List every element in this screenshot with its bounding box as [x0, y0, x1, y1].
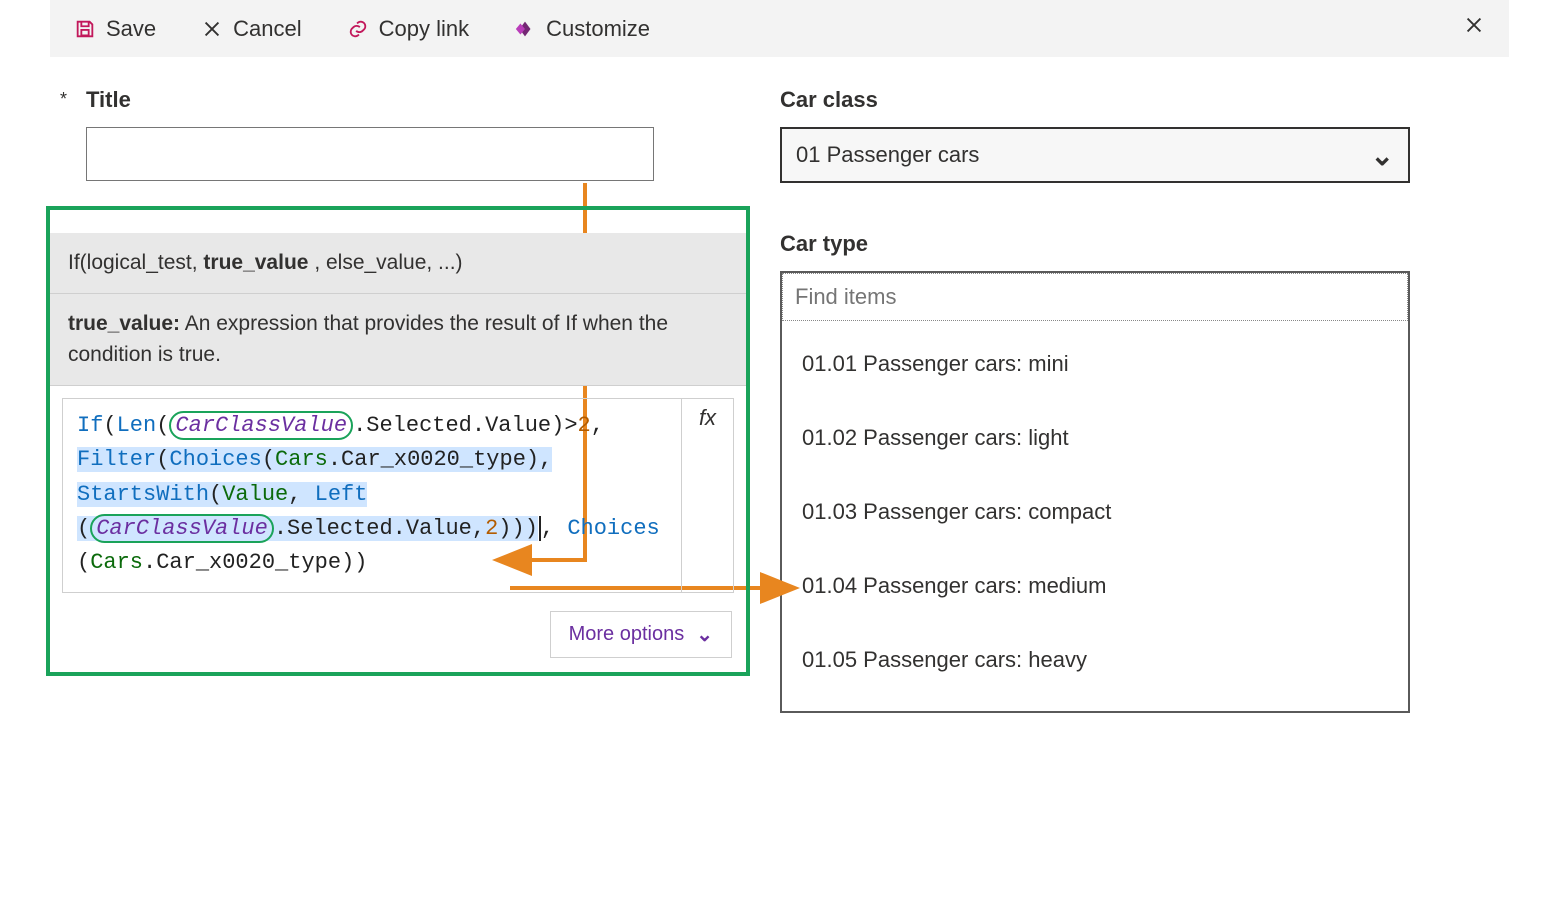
list-item[interactable]: 01.01 Passenger cars: mini — [782, 327, 1408, 401]
close-icon — [201, 18, 223, 40]
carclass-label: Car class — [780, 87, 1410, 113]
carclass-select[interactable]: 01 Passenger cars ⌄ — [780, 127, 1410, 183]
required-marker: * — [60, 87, 76, 110]
more-options-label: More options — [569, 623, 685, 646]
toolbar: Save Cancel Copy link Customize — [50, 0, 1509, 57]
list-item[interactable]: 01.04 Passenger cars: medium — [782, 549, 1408, 623]
copylink-button[interactable]: Copy link — [347, 16, 469, 42]
save-label: Save — [106, 16, 156, 42]
formula-panel: If(logical_test, true_value , else_value… — [46, 206, 750, 676]
right-column: Car class 01 Passenger cars ⌄ Car type 0… — [780, 87, 1410, 713]
cartype-search-input[interactable] — [782, 273, 1408, 321]
carclass-selected-value: 01 Passenger cars — [796, 142, 979, 168]
close-icon — [1463, 15, 1485, 42]
list-item[interactable]: 01.05 Passenger cars: heavy — [782, 623, 1408, 697]
function-description: true_value: An expression that provides … — [50, 294, 746, 386]
left-column: * Title If(logical_test, true_value , el… — [60, 87, 690, 713]
list-item[interactable]: 01.03 Passenger cars: compact — [782, 475, 1408, 549]
cancel-button[interactable]: Cancel — [201, 16, 301, 42]
title-label: Title — [86, 87, 690, 113]
save-button[interactable]: Save — [74, 16, 156, 42]
save-icon — [74, 18, 96, 40]
link-icon — [347, 18, 369, 40]
truncated-code-hint — [50, 210, 746, 233]
more-options-button[interactable]: More options ⌄ — [550, 611, 732, 658]
customize-label: Customize — [546, 16, 650, 42]
customize-button[interactable]: Customize — [514, 16, 650, 42]
fx-icon[interactable]: fx — [681, 399, 733, 591]
list-item[interactable]: 01.02 Passenger cars: light — [782, 401, 1408, 475]
title-field: * Title — [60, 87, 690, 181]
panel-close-button[interactable] — [1463, 14, 1485, 43]
powerapps-icon — [514, 18, 536, 40]
function-signature: If(logical_test, true_value , else_value… — [50, 233, 746, 294]
title-input[interactable] — [86, 127, 654, 181]
formula-bar: If(Len(CarClassValue.Selected.Value)>2, … — [62, 398, 734, 592]
copylink-label: Copy link — [379, 16, 469, 42]
cancel-label: Cancel — [233, 16, 301, 42]
formula-input[interactable]: If(Len(CarClassValue.Selected.Value)>2, … — [63, 399, 681, 591]
chevron-down-icon: ⌄ — [696, 622, 713, 647]
cartype-label: Car type — [780, 231, 1410, 257]
cartype-listbox: 01.01 Passenger cars: mini 01.02 Passeng… — [780, 271, 1410, 713]
chevron-down-icon: ⌄ — [1371, 139, 1394, 172]
